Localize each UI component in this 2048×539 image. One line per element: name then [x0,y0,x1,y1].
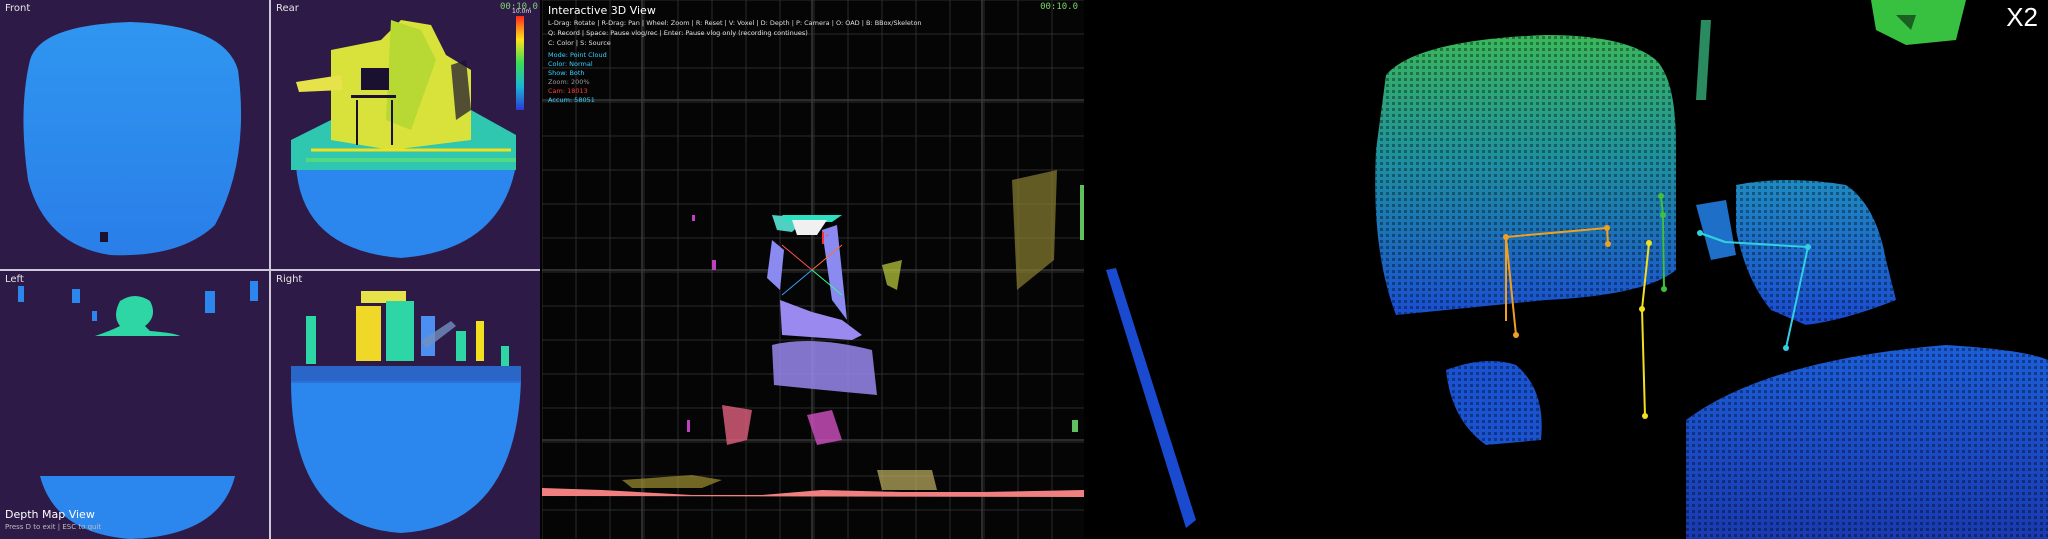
zoom-factor-label: X2 [2006,2,2038,32]
svg-text:+: + [825,233,829,239]
depth-quadrant-front: Front [0,0,268,268]
help-line-color: C: Color | S: Source [548,39,611,47]
quadrant-label-rear: Rear [276,3,299,14]
depth-colorbar [516,16,524,110]
colorbar-max-label: 10.0m [512,8,532,15]
depth-view-title: Depth Map View [5,508,95,521]
status-show: Show: Both [548,69,585,77]
help-line-record: Q: Record | Space: Pause vlog/rec | Ente… [548,29,808,37]
depth-quadrant-rear: Rear [271,0,539,268]
depth-view-hint: Press D to exit | ESC to quit [5,523,102,531]
point-cloud-canvas[interactable]: + [542,0,1084,539]
quadrant-label-left: Left [5,274,24,285]
quadrant-divider-horizontal [0,269,540,271]
view3d-timer: 00:10.0 [1040,2,1078,12]
interactive-3d-panel[interactable]: + Interactive 3D View 00:10.0 L-Drag: Ro… [542,0,1084,539]
status-mode: Mode: Point Cloud [548,51,607,59]
zoomed-skeleton-panel: X2 [1086,0,2048,539]
status-cam: Cam: 18013 [548,87,588,95]
status-color: Color: Normal [548,60,593,68]
help-line-controls: L-Drag: Rotate | R-Drag: Pan | Wheel: Zo… [548,19,922,27]
zoomed-point-cloud [1106,0,2048,539]
status-zoom: Zoom: 200% [548,78,590,86]
depth-quadrant-left: Left [0,271,268,539]
view3d-title: Interactive 3D View [548,4,656,17]
quadrant-label-right: Right [276,274,303,285]
status-accum: Accum: 58051 [548,96,595,104]
quadrant-label-front: Front [5,3,31,14]
depth-quadrant-right: Right [271,271,539,539]
depth-map-panel: Front Rear Left Right 00:10.0 10.0m Dept… [0,0,540,539]
